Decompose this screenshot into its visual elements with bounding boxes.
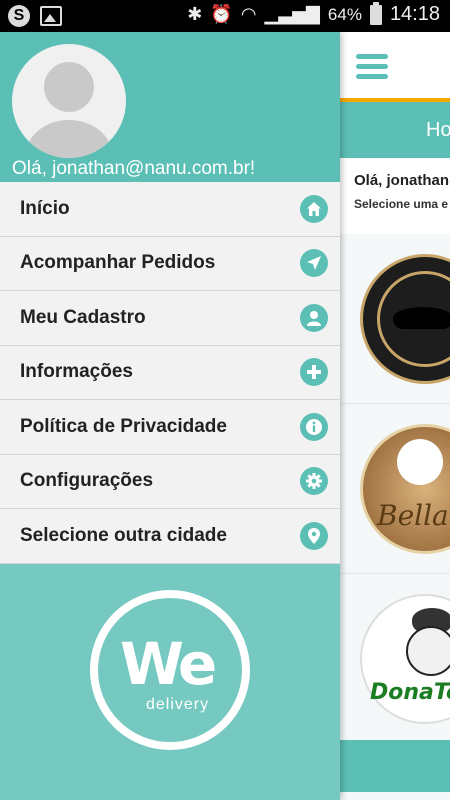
menu-item-label: Acompanhar Pedidos: [20, 252, 216, 274]
restaurant-logo-bella: Bella: [360, 424, 450, 554]
restaurant-card[interactable]: [340, 234, 450, 404]
user-greeting: Olá, jonathan@nanu.com.br!: [12, 158, 256, 179]
menu-item-inicio[interactable]: Início: [0, 182, 340, 237]
plus-icon: [300, 358, 328, 387]
menu-item-label: Configurações: [20, 470, 154, 492]
location-pin-icon: [300, 521, 328, 550]
battery-icon: [369, 1, 382, 25]
app-greeting-section: Olá, jonathan@ Selecione uma e: [340, 158, 450, 234]
app-greeting: Olá, jonathan@: [354, 172, 450, 189]
menu-item-meu-cadastro[interactable]: Meu Cadastro: [0, 291, 340, 346]
background-app: Ho Olá, jonathan@ Selecione uma e Bella …: [340, 32, 450, 800]
menu-item-label: Selecione outra cidade: [20, 524, 227, 546]
navigation-drawer: Olá, jonathan@nanu.com.br! Início Acompa…: [0, 32, 340, 800]
navigation-arrow-icon: [300, 249, 328, 278]
menu-item-configuracoes[interactable]: Configurações: [0, 455, 340, 509]
bluetooth-icon: ✱: [187, 4, 203, 24]
app-subtitle: Selecione uma e: [354, 197, 449, 211]
restaurant-card[interactable]: Bella: [340, 404, 450, 574]
app-bottom-bar: [340, 740, 450, 792]
alarm-icon: ⏰: [210, 4, 233, 24]
user-icon: [300, 303, 328, 332]
we-delivery-logo: We delivery: [90, 589, 250, 750]
menu-item-acompanhar-pedidos[interactable]: Acompanhar Pedidos: [0, 237, 340, 291]
battery-percent: 64%: [327, 4, 362, 24]
drawer-footer: We delivery: [0, 564, 340, 800]
restaurant-logo-mustache: [360, 254, 450, 384]
menu-item-label: Informações: [20, 361, 133, 383]
menu-item-label: Política de Privacidade: [20, 415, 227, 437]
drawer-menu: Início Acompanhar Pedidos Meu Cadastro I…: [0, 182, 340, 564]
restaurant-logo-donate: DonaTe: [360, 594, 450, 724]
wifi-icon: ◠: [240, 4, 257, 24]
avatar[interactable]: [12, 44, 126, 158]
restaurant-card[interactable]: DonaTe: [340, 574, 450, 744]
app-tab-title[interactable]: Ho: [340, 102, 450, 158]
menu-item-politica-de-privacidade[interactable]: Política de Privacidade: [0, 400, 340, 455]
home-icon: [300, 194, 328, 223]
gear-icon: [300, 467, 328, 496]
skype-notification-icon: S: [8, 5, 30, 27]
menu-item-label: Início: [20, 197, 70, 219]
image-notification-icon: [40, 6, 62, 26]
drawer-header: Olá, jonathan@nanu.com.br!: [0, 32, 340, 182]
clock: 14:18: [389, 3, 440, 25]
info-icon: [300, 412, 328, 441]
app-toolbar: [340, 32, 450, 102]
menu-item-selecione-outra-cidade[interactable]: Selecione outra cidade: [0, 509, 340, 564]
status-bar: S ✱ ⏰ ◠ ▁▃▅▇ 64% 14:18: [0, 0, 450, 32]
hamburger-menu-icon[interactable]: [356, 54, 388, 84]
signal-icon: ▁▃▅▇: [264, 4, 320, 24]
logo-sub-text: delivery: [146, 695, 210, 713]
logo-main-text: We: [120, 629, 217, 698]
menu-item-label: Meu Cadastro: [20, 306, 146, 328]
menu-item-informacoes[interactable]: Informações: [0, 346, 340, 400]
